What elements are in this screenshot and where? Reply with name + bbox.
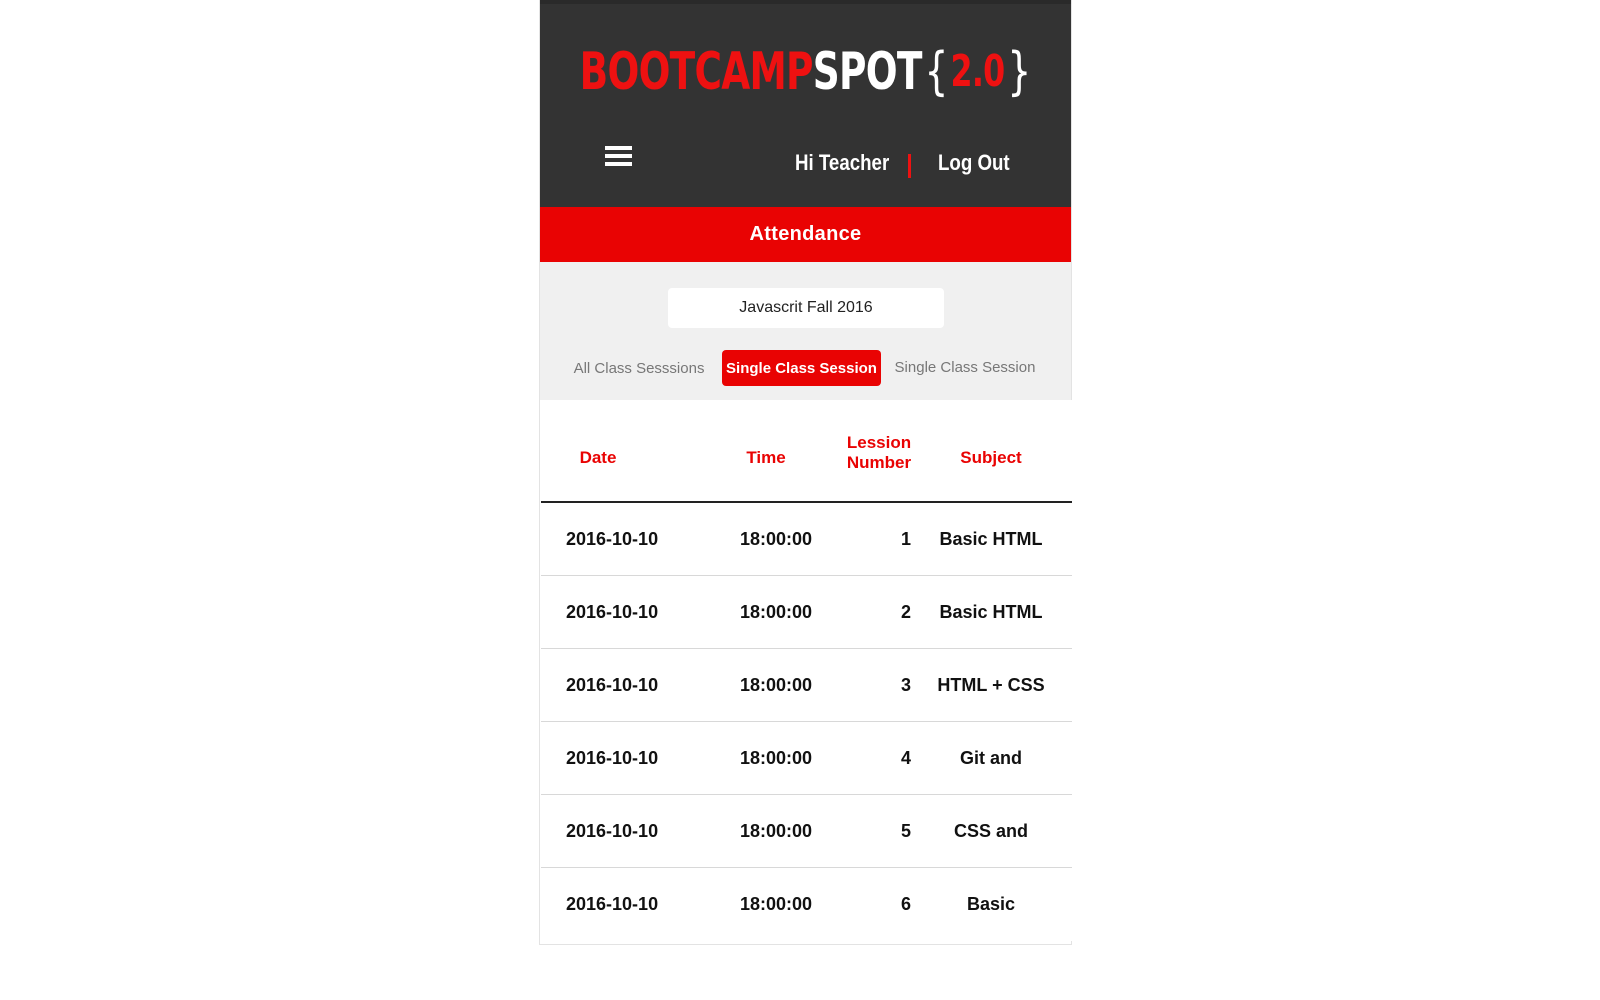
tab-single-class-session[interactable]: Single Class Session [894, 349, 1036, 385]
cell-lesson: 6 [900, 894, 911, 914]
cell-date: 2016-10-10 [566, 821, 659, 841]
cell-lesson: 4 [900, 748, 911, 768]
column-header-lesson-number[interactable]: Lession Number [844, 433, 914, 473]
user-greeting: Hi Teacher [795, 150, 890, 175]
cell-subject: Basic HTML [939, 602, 1043, 622]
cell-time: 18:00:00 [739, 748, 813, 768]
menu-bar-middle [605, 154, 632, 158]
bootcampspot-logo[interactable]: BOOTCAMP SPOT{2.0} [580, 42, 1032, 102]
logo-text-spot: SPOT [812, 42, 923, 102]
cell-date: 2016-10-10 [566, 748, 659, 768]
lesson-header-line2: Number [846, 453, 912, 472]
cell-subject: HTML + CSS [937, 675, 1045, 695]
hamburger-menu-icon[interactable] [605, 146, 635, 174]
table-row[interactable]: 2016-10-10 18:00:00 3 HTML + CSS [541, 649, 1072, 722]
attendance-controls: Javascrit Fall 2016 All Class Sesssions … [540, 262, 1071, 400]
cell-date: 2016-10-10 [566, 602, 659, 622]
app-screen: BOOTCAMP SPOT{2.0} Hi Teacher Log Out Att… [539, 0, 1072, 945]
table-row[interactable]: 2016-10-10 18:00:00 1 Basic HTML [541, 503, 1072, 576]
cell-date: 2016-10-10 [566, 894, 659, 914]
table-row[interactable]: 2016-10-10 18:00:00 4 Git and [541, 722, 1072, 795]
cell-subject: Basic HTML [939, 529, 1043, 549]
page-title: Attendance [749, 223, 862, 245]
app-header: BOOTCAMP SPOT{2.0} Hi Teacher Log Out [540, 0, 1071, 207]
logout-link[interactable]: Log Out [938, 150, 1010, 186]
cell-date: 2016-10-10 [566, 529, 659, 549]
cell-time: 18:00:00 [739, 821, 813, 841]
cell-lesson: 5 [900, 821, 911, 841]
table-row[interactable]: 2016-10-10 18:00:00 2 Basic HTML [541, 576, 1072, 649]
table-row[interactable]: 2016-10-10 18:00:00 5 CSS and [541, 795, 1072, 868]
column-header-subject[interactable]: Subject [946, 448, 1036, 468]
table-header: Date Time Lession Number Subject [541, 400, 1072, 503]
lesson-header-line1: Lession [846, 433, 912, 452]
tab-single-class-session-active[interactable]: Single Class Session [722, 350, 881, 386]
logo-version: 2.0 [950, 46, 1006, 97]
cell-subject: CSS and [953, 821, 1028, 841]
cell-time: 18:00:00 [739, 675, 813, 695]
logo-open-brace: { [924, 42, 949, 102]
table-body: 2016-10-10 18:00:00 1 Basic HTML 2016-10… [541, 503, 1072, 941]
column-header-date[interactable]: Date [566, 448, 630, 468]
cell-subject: Git and [960, 748, 1022, 768]
cell-time: 18:00:00 [739, 602, 813, 622]
header-divider [908, 154, 911, 178]
attendance-table: Date Time Lession Number Subject 2016-10… [541, 400, 1072, 941]
cell-lesson: 1 [900, 529, 911, 549]
cell-lesson: 2 [900, 602, 911, 622]
tab-all-class-sessions[interactable]: All Class Sesssions [574, 350, 705, 386]
menu-bar-top [605, 146, 632, 150]
page-title-bar: Attendance [540, 207, 1071, 262]
session-tabs: All Class Sesssions Single Class Session… [540, 350, 1071, 388]
cell-date: 2016-10-10 [566, 675, 659, 695]
table-row[interactable]: 2016-10-10 18:00:00 6 Basic [541, 868, 1072, 941]
menu-bar-bottom [605, 162, 632, 166]
logo-text-bootcamp: BOOTCAMP [579, 42, 814, 102]
cell-time: 18:00:00 [739, 894, 813, 914]
cell-time: 18:00:00 [739, 529, 813, 549]
column-header-time[interactable]: Time [736, 448, 796, 468]
logo-close-brace: } [1007, 42, 1031, 102]
course-select[interactable]: Javascrit Fall 2016 [668, 288, 944, 328]
cell-lesson: 3 [900, 675, 911, 695]
cell-subject: Basic [966, 894, 1016, 914]
